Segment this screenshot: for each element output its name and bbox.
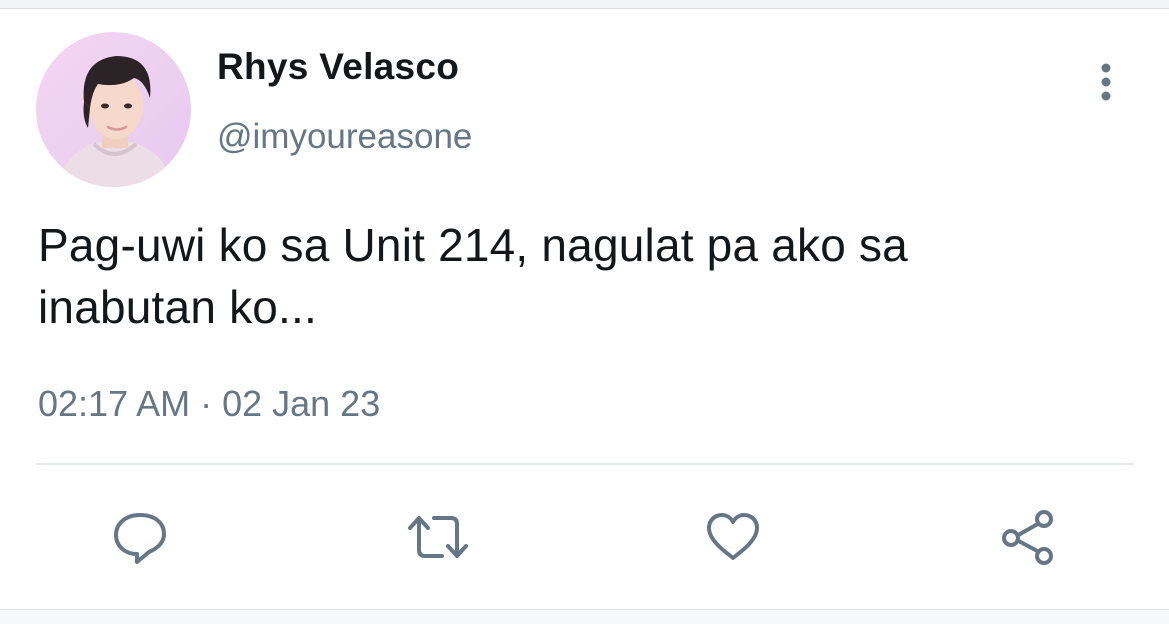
user-handle[interactable]: @imyoureasone	[217, 117, 472, 157]
more-options-button[interactable]	[1090, 60, 1122, 104]
speech-bubble-icon	[114, 513, 166, 564]
tweet-text: Pag-uwi ko sa Unit 214, nagulat pa ako s…	[38, 214, 1128, 338]
retweet-button[interactable]	[404, 508, 472, 566]
share-nodes-icon	[1002, 510, 1053, 565]
retweet-arrows-icon	[408, 516, 468, 558]
tweet-timestamp[interactable]: 02:17 AM · 02 Jan 23	[38, 383, 380, 425]
divider	[36, 463, 1134, 465]
top-separator	[0, 0, 1169, 9]
tweet-text-line: inabutan ko...	[38, 281, 318, 333]
avatar-image	[36, 32, 191, 187]
tweet-card: Rhys Velasco @imyoureasone Pag-uwi ko sa…	[0, 0, 1169, 624]
display-name[interactable]: Rhys Velasco	[217, 46, 459, 88]
like-button[interactable]	[704, 508, 762, 566]
avatar[interactable]	[36, 32, 191, 187]
reply-button[interactable]	[111, 508, 169, 566]
bottom-separator	[0, 609, 1169, 624]
tweet-text-line: Pag-uwi ko sa Unit 214, nagulat pa ako s…	[38, 219, 908, 271]
share-button[interactable]	[999, 508, 1057, 566]
heart-outline-icon	[707, 513, 759, 560]
vertical-ellipsis-icon	[1101, 63, 1111, 101]
